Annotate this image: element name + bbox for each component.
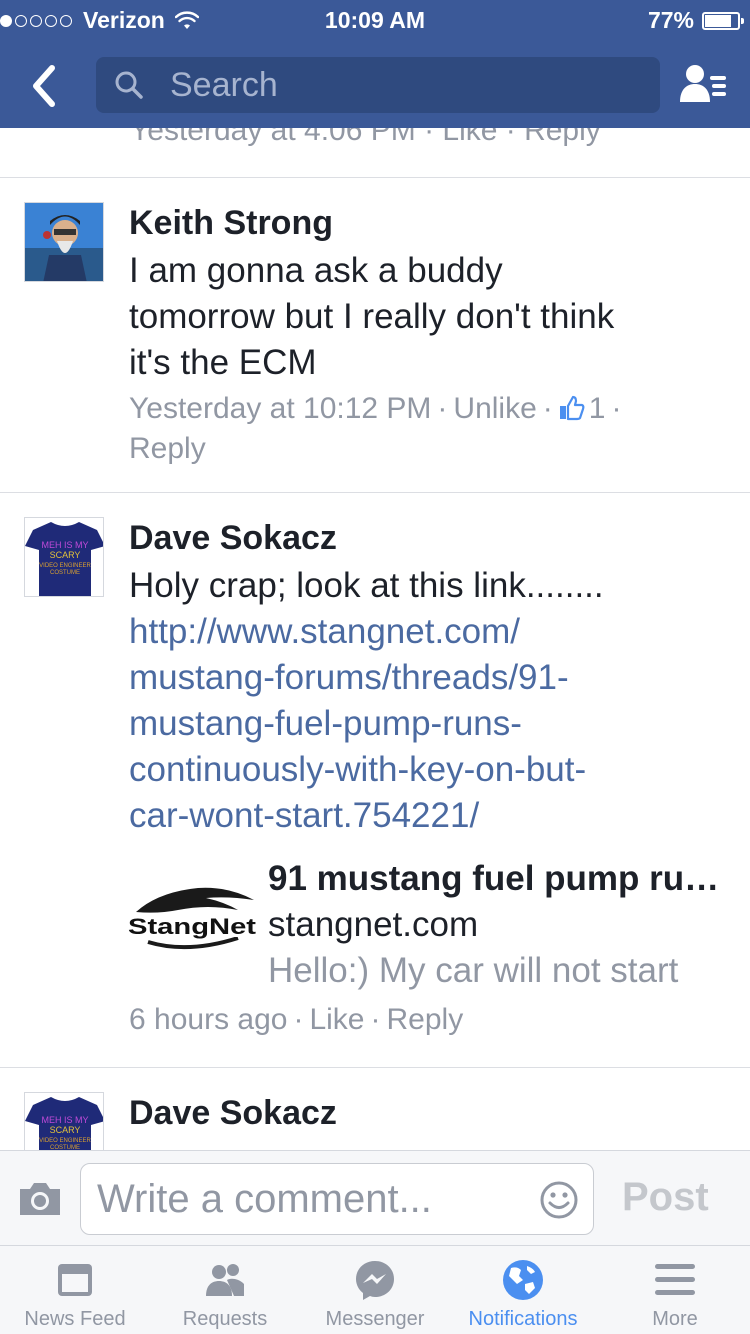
preview-title: 91 mustang fuel pump runs continuously w… <box>268 859 728 898</box>
tab-label: Notifications <box>468 1308 578 1330</box>
tab-messenger[interactable]: Messenger <box>300 1246 450 1334</box>
like-link[interactable]: Like <box>309 1003 364 1036</box>
link-line: http://www.stangnet.com/ <box>129 612 521 651</box>
svg-text:VIDEO ENGINEER: VIDEO ENGINEER <box>39 563 91 569</box>
top-header: Verizon 10:09 AM 77% Search <box>0 0 750 128</box>
svg-text:MEH IS MY: MEH IS MY <box>41 1115 88 1125</box>
comment-author[interactable]: Keith Strong <box>129 204 333 243</box>
tab-bar: News Feed Requests Messenger Notificatio… <box>0 1246 750 1334</box>
comment-author[interactable]: Dave Sokacz <box>129 519 337 558</box>
svg-text:MEH IS MY: MEH IS MY <box>41 540 88 550</box>
friends-list-icon[interactable] <box>678 62 728 106</box>
tab-label: Messenger <box>325 1308 425 1330</box>
comment-link[interactable]: http://www.stangnet.com/ mustang-forums/… <box>129 609 729 839</box>
messenger-icon <box>356 1261 394 1300</box>
link-line: mustang-forums/threads/91- <box>129 658 569 697</box>
link-line: car-wont-start.754221/ <box>129 796 480 835</box>
tab-label: News Feed <box>24 1308 126 1330</box>
svg-text:VIDEO ENGINEER: VIDEO ENGINEER <box>39 1138 91 1144</box>
emoji-icon[interactable] <box>539 1180 579 1220</box>
divider <box>0 492 750 493</box>
avatar-image: MEH IS MY SCARY VIDEO ENGINEER COSTUME <box>25 1093 103 1150</box>
svg-text:COSTUME: COSTUME <box>50 570 80 576</box>
comment-author[interactable]: Dave Sokacz <box>129 1094 337 1133</box>
status-right: 77% <box>647 7 744 34</box>
thumbs-up-icon <box>559 395 585 421</box>
comment-placeholder: Write a comment... <box>97 1177 432 1221</box>
avatar-image: MEH IS MY SCARY VIDEO ENGINEER COSTUME <box>25 518 103 596</box>
globe-icon <box>503 1260 543 1300</box>
preview-description: Hello:) My car will not start <box>268 951 679 990</box>
comment-meta: Yesterday at 4:06 PM · Like · Reply <box>130 128 601 147</box>
search-icon <box>115 71 143 99</box>
battery-percent: 77% <box>647 7 694 33</box>
search-input[interactable]: Search <box>96 57 660 113</box>
status-time: 10:09 AM <box>324 7 426 33</box>
stangnet-logo: StangNet <box>128 887 256 950</box>
svg-text:StangNet: StangNet <box>128 914 256 939</box>
divider <box>0 177 750 178</box>
back-icon[interactable] <box>28 64 60 108</box>
comment-text-line: I am gonna ask a buddy <box>129 251 503 290</box>
avatar[interactable]: MEH IS MY SCARY VIDEO ENGINEER COSTUME <box>24 517 104 597</box>
comment-meta: 6 hours ago · Like · Reply <box>129 1003 464 1036</box>
comment-time: 6 hours ago <box>129 1003 288 1036</box>
svg-text:SCARY: SCARY <box>50 1125 81 1135</box>
avatar-image <box>25 203 103 281</box>
camera-icon[interactable] <box>18 1181 62 1217</box>
tab-requests[interactable]: Requests <box>150 1246 300 1334</box>
comment-text: I am gonna ask a buddy tomorrow but I re… <box>129 248 729 386</box>
link-line: continuously-with-key-on-but- <box>129 750 587 789</box>
comment-input[interactable]: Write a comment... <box>80 1163 594 1235</box>
comment-time: Yesterday at 10:12 PM <box>129 392 432 425</box>
menu-icon <box>655 1264 695 1295</box>
reply-link[interactable]: Reply <box>387 1003 464 1036</box>
divider <box>0 1067 750 1068</box>
news-feed-icon <box>58 1264 92 1296</box>
friend-requests-icon <box>206 1264 244 1296</box>
comment-composer: Write a comment... Post <box>0 1150 750 1246</box>
tab-label: More <box>652 1308 698 1330</box>
comment-text: Holy crap; look at this link........ <box>129 566 604 605</box>
preview-domain: stangnet.com <box>268 905 479 944</box>
battery-icon <box>702 11 744 30</box>
tab-notifications[interactable]: Notifications <box>448 1246 598 1334</box>
unlike-link[interactable]: Unlike <box>453 392 536 425</box>
comment-list[interactable]: Yesterday at 4:06 PM · Like · Reply Keit… <box>0 128 750 1150</box>
search-placeholder: Search <box>170 65 278 104</box>
status-bar: Verizon 10:09 AM 77% <box>0 0 750 40</box>
link-line: mustang-fuel-pump-runs- <box>129 704 522 743</box>
comment-text-line: tomorrow but I really don't think <box>129 297 615 336</box>
comment-text-line: it's the ECM <box>129 343 317 382</box>
reply-link[interactable]: Reply <box>129 432 206 465</box>
post-button[interactable]: Post <box>622 1175 709 1220</box>
svg-text:SCARY: SCARY <box>50 550 81 560</box>
tab-label: Requests <box>182 1308 268 1330</box>
tab-more[interactable]: More <box>600 1246 750 1334</box>
comment-meta: Yesterday at 10:12 PM · Unlike · 1 · Reply <box>129 392 622 465</box>
like-count: 1 <box>588 392 606 425</box>
tab-news-feed[interactable]: News Feed <box>0 1246 150 1334</box>
avatar[interactable]: MEH IS MY SCARY VIDEO ENGINEER COSTUME <box>24 1092 104 1150</box>
avatar[interactable] <box>24 202 104 282</box>
